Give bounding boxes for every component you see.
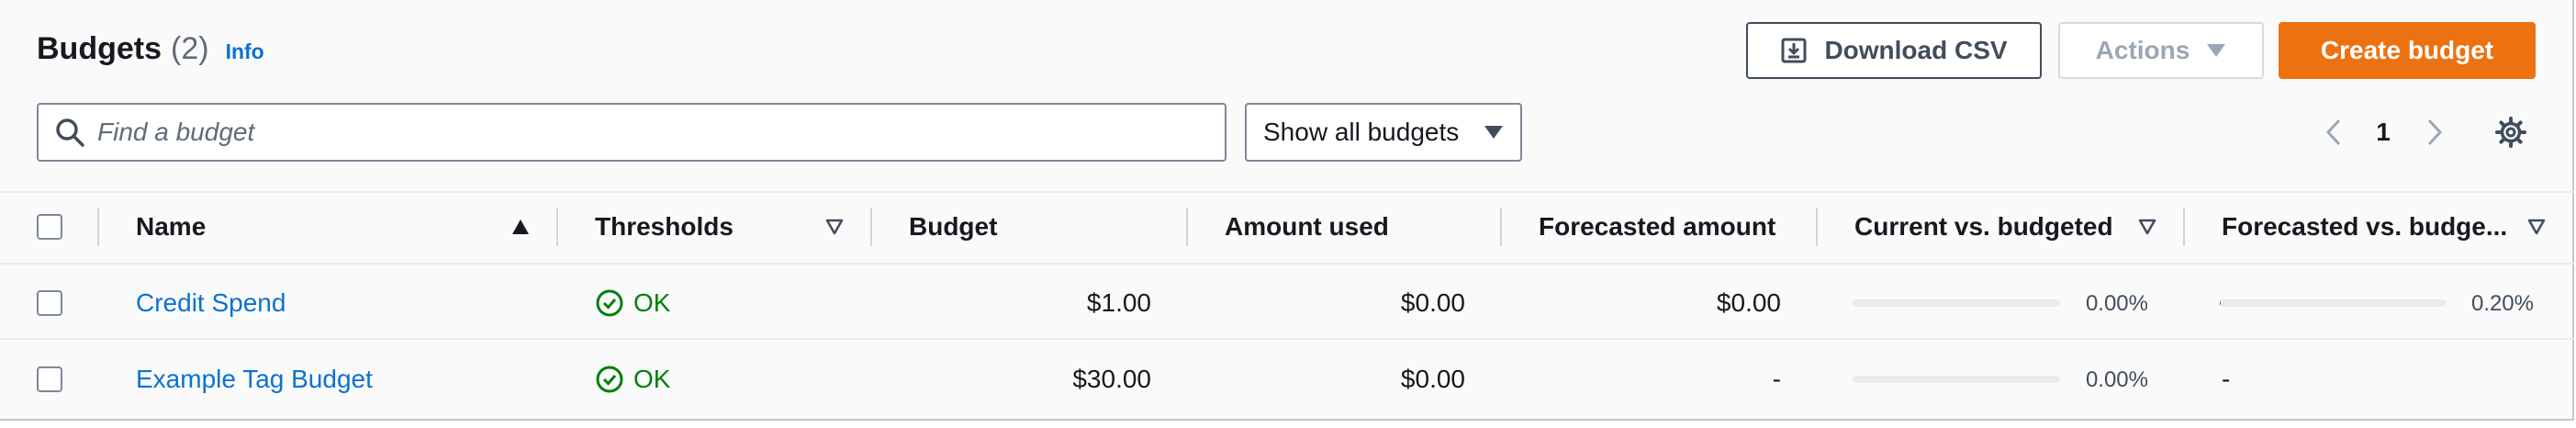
info-link[interactable]: Info — [226, 39, 264, 64]
status-ok-icon — [596, 366, 623, 393]
column-separator — [97, 208, 99, 246]
previous-page-button[interactable] — [2315, 110, 2352, 154]
status-text: OK — [633, 365, 671, 393]
column-header-forecasted-amount[interactable]: Forecasted amount — [1539, 210, 1775, 243]
current-vs-budgeted-percent: 0.00% — [2085, 367, 2148, 392]
forecasted-vs-budgeted-bar — [2220, 299, 2446, 307]
status-ok-icon — [596, 289, 623, 317]
sort-descending-icon[interactable] — [2137, 217, 2157, 237]
search-box — [37, 103, 1226, 162]
column-header-amount-used[interactable]: Amount used — [1225, 210, 1389, 243]
page-title: Budgets (2) Info — [37, 31, 264, 67]
header-bottom-border — [0, 263, 2574, 265]
search-input[interactable] — [97, 118, 1199, 147]
select-all-checkbox[interactable] — [37, 214, 62, 240]
column-header-budget[interactable]: Budget — [909, 210, 997, 243]
budget-value: $30.00 — [1072, 365, 1151, 393]
gear-icon — [2495, 117, 2526, 148]
budget-value: $1.00 — [1086, 288, 1151, 317]
budgets-panel: Budgets (2) Info Download CSV Actions Cr… — [0, 0, 2574, 421]
table-top-border — [0, 191, 2574, 193]
row-divider — [0, 338, 2574, 340]
create-budget-button[interactable]: Create budget — [2279, 22, 2536, 79]
column-separator — [1186, 208, 1188, 246]
budget-name-link[interactable]: Credit Spend — [136, 287, 286, 320]
current-page-number[interactable]: 1 — [2367, 110, 2400, 154]
forecasted-vs-budgeted-value: - — [2222, 365, 2231, 393]
search-icon — [56, 118, 84, 147]
amount-used-value: $0.00 — [1400, 288, 1465, 317]
select-value: Show all budgets — [1263, 118, 1460, 146]
download-csv-label: Download CSV — [1824, 36, 2008, 64]
row-checkbox[interactable] — [37, 366, 62, 392]
column-separator — [870, 208, 872, 246]
next-page-button[interactable] — [2416, 110, 2453, 154]
chevron-right-icon — [2427, 118, 2443, 146]
current-vs-budgeted-percent: 0.00% — [2085, 291, 2148, 316]
row-checkbox[interactable] — [37, 290, 62, 316]
forecasted-amount-value: $0.00 — [1716, 288, 1781, 317]
column-header-forecasted-vs-budgeted[interactable]: Forecasted vs. budge... — [2222, 210, 2507, 243]
budget-count: (2) — [171, 31, 209, 66]
column-separator — [556, 208, 558, 246]
preferences-button[interactable] — [2490, 110, 2532, 154]
budget-name-link[interactable]: Example Tag Budget — [136, 363, 373, 396]
caret-down-icon — [2207, 44, 2226, 57]
amount-used-value: $0.00 — [1400, 365, 1465, 393]
current-vs-budgeted-bar — [1853, 299, 2060, 307]
budget-filter-select[interactable]: Show all budgets — [1245, 103, 1522, 162]
sort-ascending-icon[interactable] — [510, 217, 531, 237]
column-header-name[interactable]: Name — [136, 210, 206, 243]
download-csv-button[interactable]: Download CSV — [1746, 22, 2042, 79]
column-separator — [1500, 208, 1502, 246]
column-header-thresholds[interactable]: Thresholds — [595, 210, 734, 243]
column-separator — [1816, 208, 1818, 246]
sort-descending-icon[interactable] — [824, 217, 845, 237]
create-budget-label: Create budget — [2320, 36, 2494, 64]
forecasted-amount-value: - — [1772, 365, 1781, 393]
threshold-status: OK — [595, 287, 670, 320]
threshold-status: OK — [595, 363, 670, 396]
status-text: OK — [633, 288, 671, 317]
actions-label: Actions — [2095, 36, 2190, 64]
actions-button[interactable]: Actions — [2058, 22, 2264, 79]
column-header-current-vs-budgeted[interactable]: Current vs. budgeted — [1854, 210, 2113, 243]
forecasted-vs-budgeted-percent: 0.20% — [2470, 291, 2534, 316]
caret-down-icon — [1484, 126, 1503, 139]
current-vs-budgeted-bar — [1853, 376, 2060, 383]
title-text: Budgets — [37, 31, 162, 66]
download-icon — [1781, 38, 1807, 63]
column-separator — [2183, 208, 2185, 246]
sort-descending-icon[interactable] — [2526, 217, 2547, 237]
chevron-left-icon — [2325, 118, 2341, 146]
